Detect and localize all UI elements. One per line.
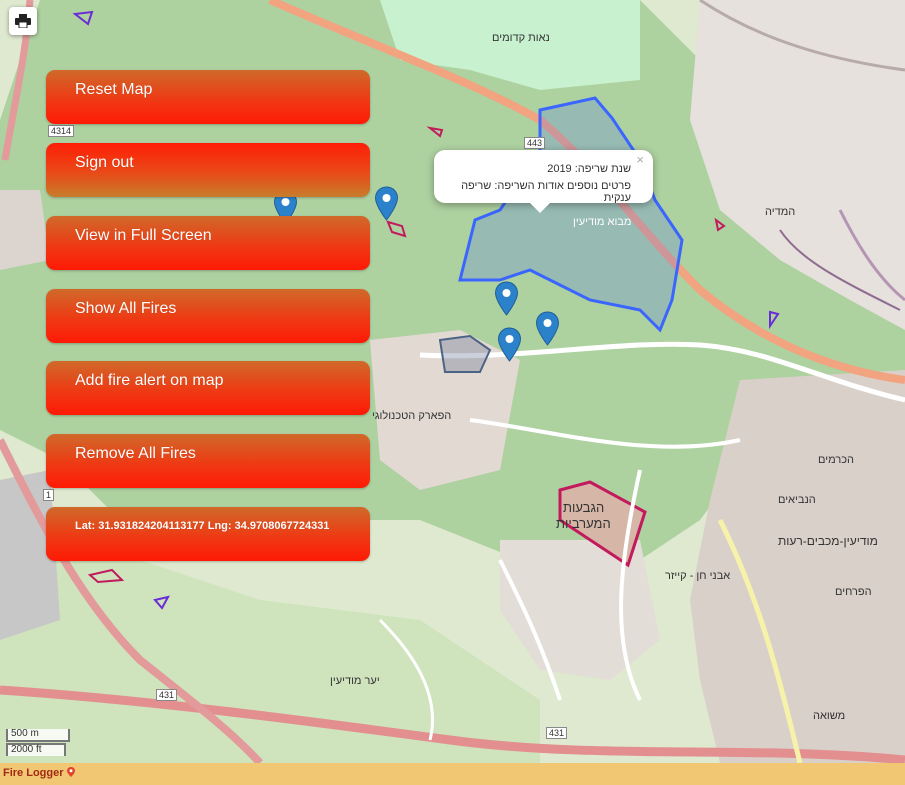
printer-icon	[15, 14, 31, 28]
map-pin-icon	[66, 767, 75, 777]
map-label: יער מודיעין	[330, 675, 380, 687]
map-label: הכרמים	[818, 454, 854, 466]
scale-imperial: 2000 ft	[6, 743, 66, 756]
fire-marker-icon[interactable]	[374, 186, 399, 221]
remove-all-fires-button[interactable]: Remove All Fires	[46, 434, 370, 488]
popup-fire-year: שנת שריפה: 2019	[547, 163, 631, 175]
road-shield: 1	[43, 489, 55, 501]
coordinates-display: Lat: 31.931824204113177 Lng: 34.97080677…	[46, 507, 370, 561]
fire-marker-icon[interactable]	[535, 311, 560, 346]
popup-fire-details: פרטים נוספים אודות השריפה: שריפה ענקית	[461, 180, 631, 204]
reset-map-button[interactable]: Reset Map	[46, 70, 370, 124]
map-label: הנביאים	[778, 494, 816, 506]
map-label: המערביות	[556, 516, 611, 531]
map-label: הגבעות	[563, 500, 605, 515]
road-shield: 4314	[48, 125, 75, 137]
fire-marker-icon[interactable]	[494, 281, 519, 316]
road-shield: 443	[524, 137, 546, 149]
footer-brand-text: Fire Logger	[3, 767, 64, 779]
map-label: מבוא מודיעין	[573, 216, 632, 228]
popup-close-button[interactable]: ×	[636, 152, 644, 167]
road-shield: 431	[546, 727, 568, 739]
map-label: משואה	[813, 710, 846, 722]
full-screen-button[interactable]: View in Full Screen	[46, 216, 370, 270]
sign-out-button[interactable]: Sign out	[46, 143, 370, 197]
footer-bar: Fire Logger	[0, 763, 905, 785]
map-label: אבני חן - קייזר	[665, 570, 731, 582]
scale-metric: 500 m	[6, 729, 70, 742]
map-label: נאות קדומים	[492, 32, 550, 44]
show-all-fires-button[interactable]: Show All Fires	[46, 289, 370, 343]
map-label: הפרחים	[835, 586, 872, 598]
fire-info-popup: × שנת שריפה: 2019 פרטים נוספים אודות השר…	[434, 150, 653, 213]
map-label: המדיה	[765, 206, 796, 218]
map-label: הפארק הטכנולוגי	[372, 410, 452, 422]
road-shield: 431	[156, 689, 178, 701]
popup-tip	[530, 203, 550, 213]
print-button[interactable]	[9, 7, 37, 35]
footer-brand: Fire Logger	[3, 767, 75, 779]
fire-marker-icon[interactable]	[497, 327, 522, 362]
add-fire-alert-button[interactable]: Add fire alert on map	[46, 361, 370, 415]
map-label: מודיעין-מכבים-רעות	[778, 534, 878, 548]
